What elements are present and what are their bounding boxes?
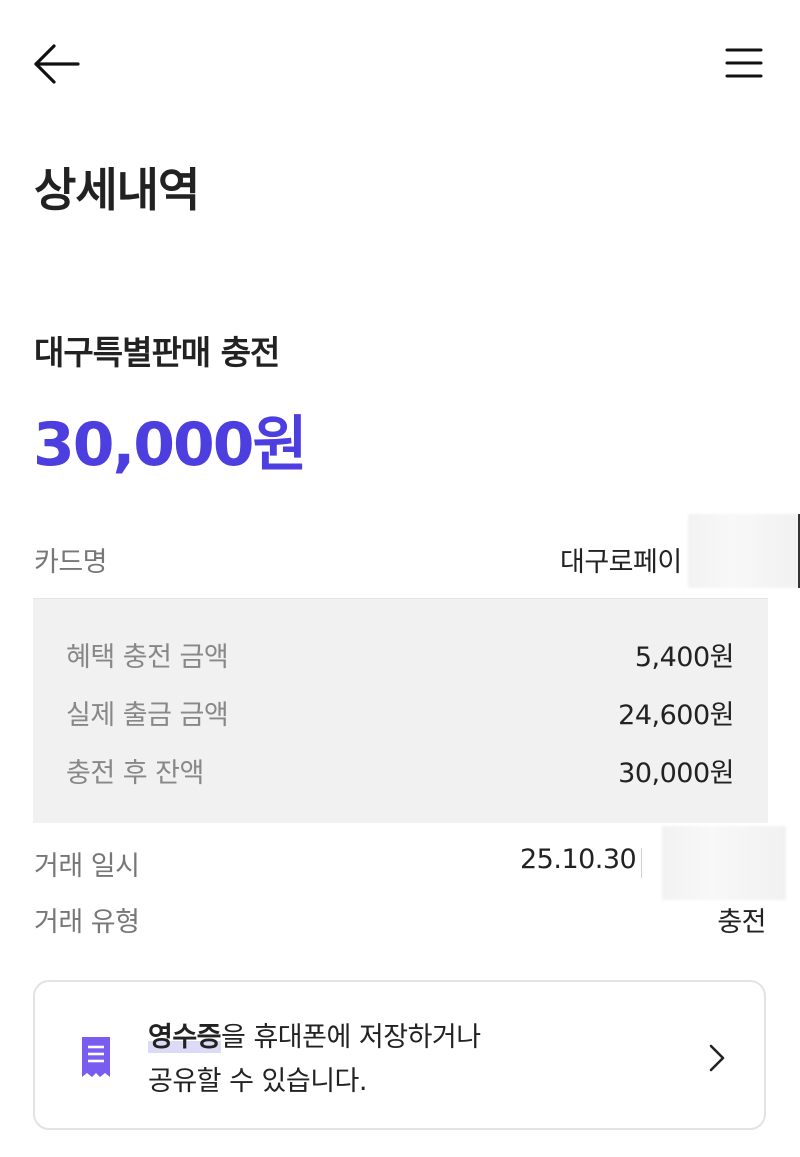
- transaction-title: 대구특별판매 충전: [34, 333, 280, 372]
- redacted-card-number: [688, 514, 798, 588]
- balance-after-charge-value: 30,000원: [618, 758, 734, 789]
- actual-withdrawal-label: 실제 출금 금액: [66, 700, 229, 731]
- top-bar: [0, 0, 800, 130]
- receipt-line2: 공유할 수 있습니다.: [148, 1066, 367, 1097]
- hamburger-menu-icon: [725, 48, 763, 78]
- receipt-icon: [82, 1037, 110, 1077]
- transaction-amount: 30,000원: [33, 410, 308, 480]
- back-button[interactable]: [30, 38, 86, 90]
- transaction-datetime-value: 25.10.30: [520, 844, 637, 875]
- transaction-datetime-label: 거래 일시: [34, 851, 140, 882]
- receipt-line1-rest: 을 휴대폰에 저장하거나: [221, 1022, 481, 1053]
- chevron-right-icon: [709, 1044, 725, 1072]
- receipt-keyword: 영수증: [148, 1022, 222, 1053]
- card-name-value: 대구로페이: [560, 547, 682, 578]
- redacted-time: [662, 826, 786, 900]
- menu-button[interactable]: [718, 40, 770, 88]
- receipt-save-card[interactable]: 영수증을 휴대폰에 저장하거나 공유할 수 있습니다.: [33, 980, 766, 1130]
- transaction-type-label: 거래 유형: [34, 907, 140, 938]
- benefit-charge-value: 5,400원: [634, 642, 735, 673]
- page-title: 상세내역: [34, 163, 200, 217]
- transaction-type-value: 충전: [717, 907, 766, 938]
- receipt-description: 영수증을 휴대폰에 저장하거나 공유할 수 있습니다.: [148, 1016, 481, 1104]
- datetime-divider: [641, 848, 642, 878]
- card-name-label: 카드명: [34, 547, 108, 578]
- actual-withdrawal-value: 24,600원: [618, 700, 734, 731]
- balance-after-charge-label: 충전 후 잔액: [66, 758, 204, 789]
- arrow-left-icon: [34, 44, 80, 84]
- benefit-charge-label: 혜택 충전 금액: [66, 642, 229, 673]
- amount-breakdown-box: 혜택 충전 금액 5,400원 실제 출금 금액 24,600원 충전 후 잔액…: [33, 598, 768, 823]
